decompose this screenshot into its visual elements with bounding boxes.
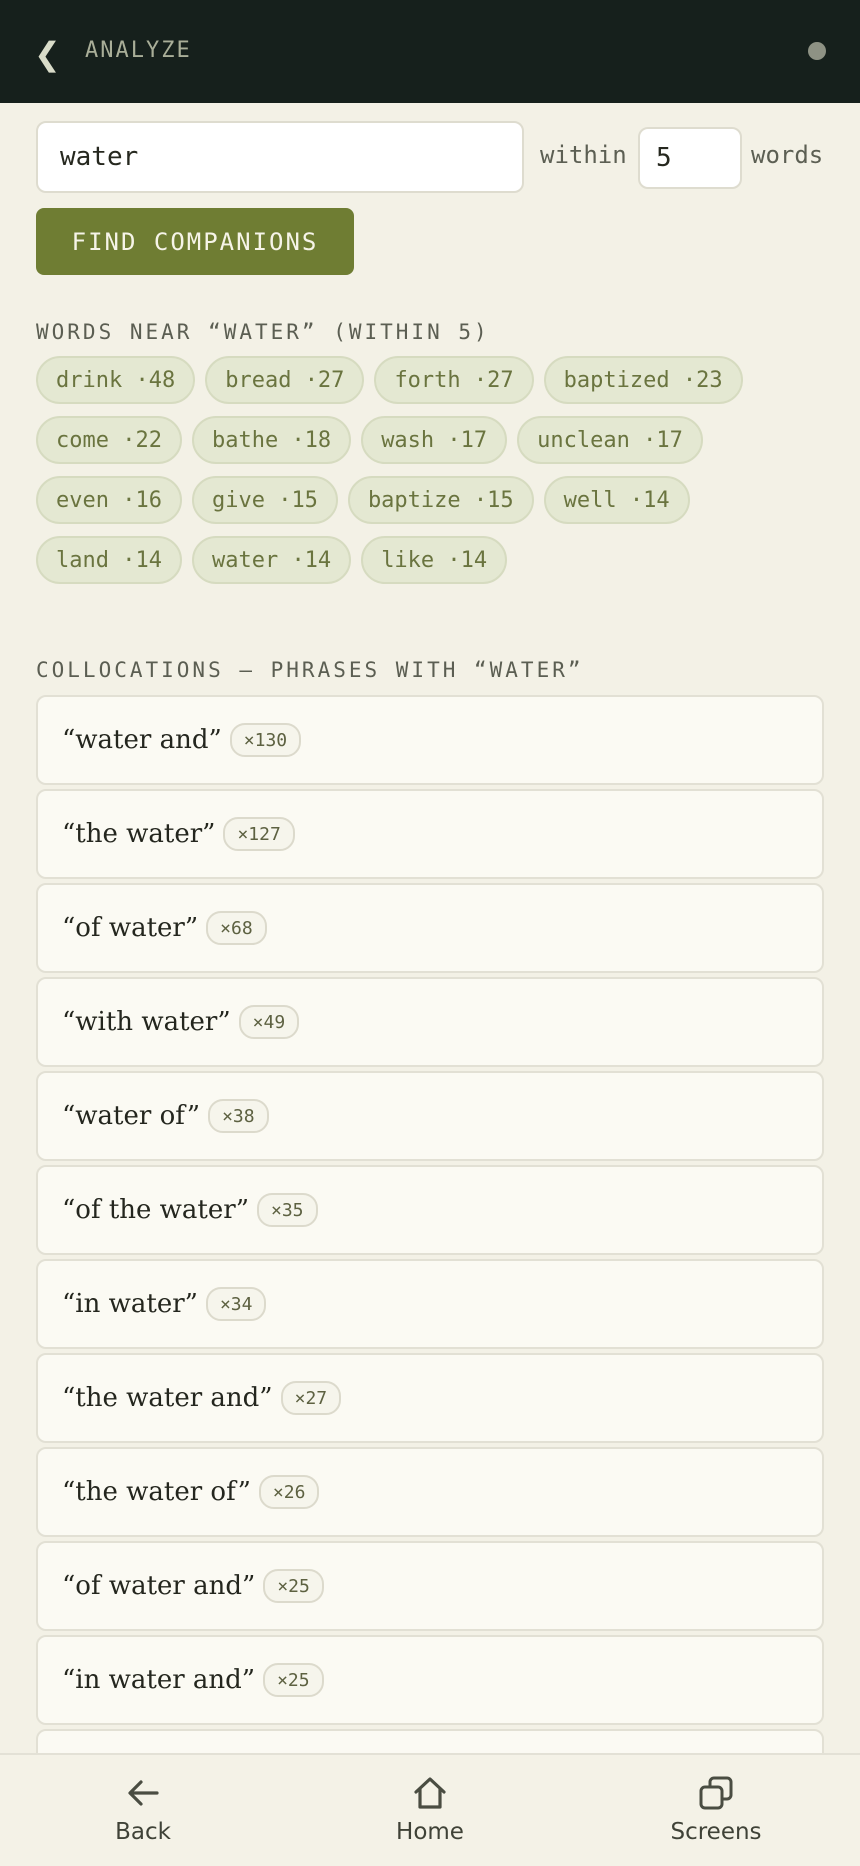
collocation-row[interactable]: “in water” ×34 bbox=[36, 1259, 824, 1349]
collocation-phrase: “of water and” bbox=[62, 1571, 256, 1601]
collocation-count-badge: ×35 bbox=[257, 1193, 318, 1227]
collocation-count-badge: ×130 bbox=[229, 723, 302, 757]
words-label: words bbox=[751, 141, 824, 169]
find-companions-button[interactable]: FIND COMPANIONS bbox=[36, 208, 354, 275]
collocation-count-badge: ×27 bbox=[280, 1381, 342, 1415]
window-size-input[interactable] bbox=[638, 127, 742, 189]
nav-home-button[interactable]: Home bbox=[330, 1755, 530, 1866]
companion-chip[interactable]: baptized ·23 bbox=[543, 356, 743, 404]
collocation-count-badge: ×38 bbox=[208, 1099, 269, 1133]
companion-chip[interactable]: baptize ·15 bbox=[347, 476, 534, 524]
bottom-navigation: Back Home Screens bbox=[0, 1753, 860, 1866]
companion-chip[interactable]: land ·14 bbox=[36, 536, 182, 584]
collocation-row[interactable] bbox=[36, 1729, 824, 1753]
collocation-phrase: “the water” bbox=[62, 819, 216, 849]
main-content: within words FIND COMPANIONS WORDS NEAR … bbox=[0, 103, 860, 1753]
arrow-left-icon bbox=[128, 1780, 159, 1806]
companion-chip[interactable]: even ·16 bbox=[36, 476, 182, 524]
nav-screens-button[interactable]: Screens bbox=[616, 1755, 816, 1866]
companion-chip[interactable]: bread ·27 bbox=[205, 356, 365, 404]
collocation-count-badge: ×34 bbox=[205, 1287, 267, 1321]
top-app-bar: ❮ ANALYZE bbox=[0, 0, 860, 103]
status-dot-icon bbox=[808, 42, 826, 60]
collocation-count-badge: ×25 bbox=[263, 1569, 324, 1603]
collocation-count-badge: ×26 bbox=[258, 1475, 320, 1509]
nav-screens-label: Screens bbox=[670, 1819, 762, 1845]
collocation-row[interactable]: “the water of” ×26 bbox=[36, 1447, 824, 1537]
collocations-heading: COLLOCATIONS — PHRASES WITH “WATER” bbox=[36, 658, 584, 682]
nav-home-label: Home bbox=[396, 1819, 464, 1845]
companion-chip[interactable]: drink ·48 bbox=[36, 356, 196, 404]
collocation-row[interactable]: “of the water” ×35 bbox=[36, 1165, 824, 1255]
within-label: within bbox=[540, 141, 627, 169]
collocation-count-badge: ×68 bbox=[206, 911, 267, 945]
nav-back-button[interactable]: Back bbox=[43, 1755, 243, 1866]
collocation-row[interactable]: “in water and” ×25 bbox=[36, 1635, 824, 1725]
collocation-phrase: “of water” bbox=[62, 913, 199, 943]
companion-chip[interactable]: well ·14 bbox=[543, 476, 690, 524]
collocation-row[interactable]: “water and” ×130 bbox=[36, 695, 824, 785]
collocation-row[interactable]: “with water” ×49 bbox=[36, 977, 824, 1067]
collocation-phrase: “with water” bbox=[62, 1007, 231, 1037]
collocation-row[interactable]: “of water and” ×25 bbox=[36, 1541, 824, 1631]
companion-chip[interactable]: unclean ·17 bbox=[517, 416, 703, 464]
nav-back-label: Back bbox=[115, 1819, 171, 1845]
collocation-phrase: “of the water” bbox=[62, 1195, 249, 1225]
companion-chip[interactable]: bathe ·18 bbox=[191, 416, 352, 464]
collocation-count-badge: ×25 bbox=[263, 1663, 324, 1697]
collocation-phrase: “in water” bbox=[62, 1289, 198, 1319]
collocation-row[interactable]: “the water and” ×27 bbox=[36, 1353, 824, 1443]
collocation-row[interactable]: “the water” ×127 bbox=[36, 789, 824, 879]
collocation-list: “water and” ×130 “the water” ×127 “of water”… bbox=[36, 695, 824, 1753]
collocation-phrase: “the water of” bbox=[62, 1477, 251, 1507]
companion-chip[interactable]: forth ·27 bbox=[374, 356, 534, 404]
collocation-phrase: “water of” bbox=[62, 1101, 201, 1131]
companion-chip[interactable]: like ·14 bbox=[361, 536, 508, 584]
collocation-row[interactable]: “of water” ×68 bbox=[36, 883, 824, 973]
collocation-phrase: “in water and” bbox=[62, 1665, 256, 1695]
companion-chip[interactable]: wash ·17 bbox=[361, 416, 508, 464]
companion-chip-list: drink ·48 bread ·27 forth ·27 baptized ·23 c… bbox=[36, 356, 836, 584]
collocation-phrase: “the water and” bbox=[62, 1383, 273, 1413]
collocation-phrase: “water and” bbox=[62, 725, 222, 755]
collocation-count-badge: ×127 bbox=[223, 817, 295, 851]
collocation-row[interactable]: “water of” ×38 bbox=[36, 1071, 824, 1161]
companion-chip[interactable]: water ·14 bbox=[191, 536, 352, 584]
collocation-count-badge: ×49 bbox=[238, 1005, 300, 1039]
companion-chip[interactable]: come ·22 bbox=[36, 416, 182, 464]
page-title: ANALYZE bbox=[85, 38, 192, 63]
search-input[interactable] bbox=[36, 121, 524, 193]
back-chevron-icon[interactable]: ❮ bbox=[34, 38, 61, 70]
companions-heading: WORDS NEAR “WATER” (WITHIN 5) bbox=[36, 320, 490, 344]
home-icon bbox=[414, 1777, 446, 1809]
screens-icon bbox=[699, 1776, 733, 1810]
companion-chip[interactable]: give ·15 bbox=[191, 476, 338, 524]
